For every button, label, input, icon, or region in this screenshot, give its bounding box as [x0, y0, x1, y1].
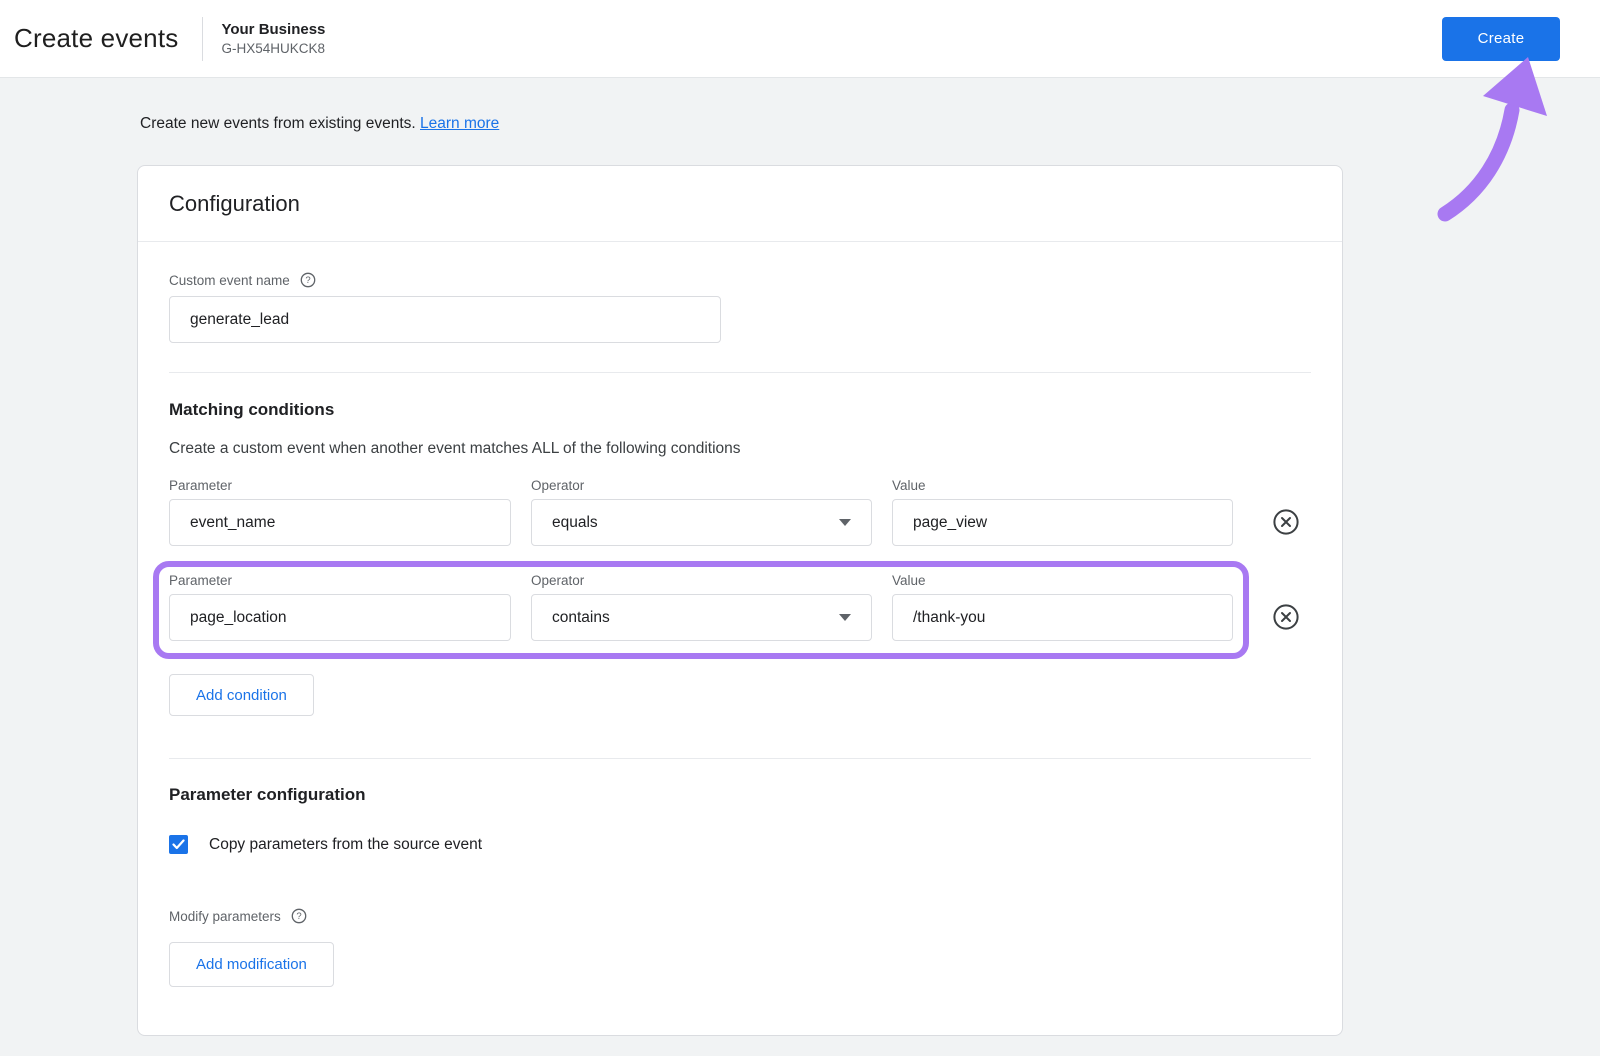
condition-2-fields: Parameter Operator contains Value	[169, 573, 1233, 641]
configuration-card: Configuration Custom event name ? Matchi…	[137, 165, 1343, 1036]
operator-selected-value: equals	[552, 513, 598, 531]
parameter-input[interactable]	[169, 594, 511, 641]
help-icon[interactable]: ?	[300, 272, 316, 288]
custom-event-name-label: Custom event name ?	[169, 272, 1311, 288]
configuration-card-body: Custom event name ? Matching conditions …	[138, 272, 1342, 1035]
value-input[interactable]	[892, 499, 1233, 546]
condition-row-2: Parameter Operator contains Value	[153, 561, 1311, 659]
condition-row-1: Parameter Operator equals Value	[169, 478, 1311, 546]
svg-text:?: ?	[296, 911, 301, 922]
modify-parameters-label: Modify parameters ?	[169, 908, 1311, 924]
header-divider	[202, 16, 204, 61]
create-button[interactable]: Create	[1442, 16, 1560, 61]
modify-parameters-text: Modify parameters	[169, 908, 281, 924]
add-modification-button[interactable]: Add modification	[169, 942, 334, 987]
main-content: Create new events from existing events. …	[0, 78, 1600, 1036]
value-label: Value	[892, 478, 926, 493]
dropdown-arrow-icon	[839, 519, 851, 526]
remove-condition-button[interactable]	[1272, 603, 1300, 631]
custom-event-name-text: Custom event name	[169, 272, 290, 288]
condition-1-operator-field: Operator equals	[531, 478, 872, 546]
help-icon[interactable]: ?	[291, 908, 307, 924]
property-id: G-HX54HUKCK8	[221, 41, 325, 56]
matching-conditions-title: Matching conditions	[169, 400, 335, 419]
configuration-title: Configuration	[169, 191, 300, 216]
intro-sentence: Create new events from existing events.	[140, 115, 416, 132]
operator-label: Operator	[531, 573, 585, 588]
configuration-card-header: Configuration	[138, 166, 1342, 242]
condition-2-parameter-field: Parameter	[169, 573, 511, 641]
intro-text: Create new events from existing events. …	[137, 115, 1600, 133]
copy-parameters-label: Copy parameters from the source event	[209, 835, 483, 853]
highlight-annotation-box: Parameter Operator contains Value	[153, 561, 1249, 659]
parameter-configuration-title: Parameter configuration	[169, 785, 366, 804]
operator-label: Operator	[531, 478, 585, 493]
remove-condition-button[interactable]	[1272, 508, 1300, 536]
custom-event-name-input[interactable]	[169, 296, 721, 343]
section-divider	[169, 372, 1311, 373]
operator-selected-value: contains	[552, 608, 610, 626]
svg-text:?: ?	[305, 275, 310, 286]
condition-1-fields: Parameter Operator equals Value	[169, 478, 1233, 546]
property-info: Your Business G-HX54HUKCK8	[221, 21, 325, 56]
copy-parameters-checkbox[interactable]	[169, 835, 188, 854]
condition-2-operator-field: Operator contains	[531, 573, 872, 641]
property-name: Your Business	[221, 21, 326, 38]
condition-1-parameter-field: Parameter	[169, 478, 511, 546]
section-divider	[169, 758, 1311, 759]
matching-conditions-description: Create a custom event when another event…	[169, 440, 741, 457]
learn-more-link[interactable]: Learn more	[420, 115, 499, 132]
dropdown-arrow-icon	[839, 614, 851, 621]
value-input[interactable]	[892, 594, 1233, 641]
value-label: Value	[892, 573, 926, 588]
top-header-bar: Create events Your Business G-HX54HUKCK8…	[0, 0, 1600, 78]
add-condition-button[interactable]: Add condition	[169, 674, 314, 716]
page-title: Create events	[14, 23, 179, 53]
operator-select[interactable]: equals	[531, 499, 872, 546]
parameter-input[interactable]	[169, 499, 511, 546]
condition-2-value-field: Value	[892, 573, 1233, 641]
copy-parameters-row: Copy parameters from the source event	[169, 835, 1311, 854]
condition-1-value-field: Value	[892, 478, 1233, 546]
operator-select[interactable]: contains	[531, 594, 872, 641]
parameter-label: Parameter	[169, 478, 233, 493]
parameter-label: Parameter	[169, 573, 233, 588]
